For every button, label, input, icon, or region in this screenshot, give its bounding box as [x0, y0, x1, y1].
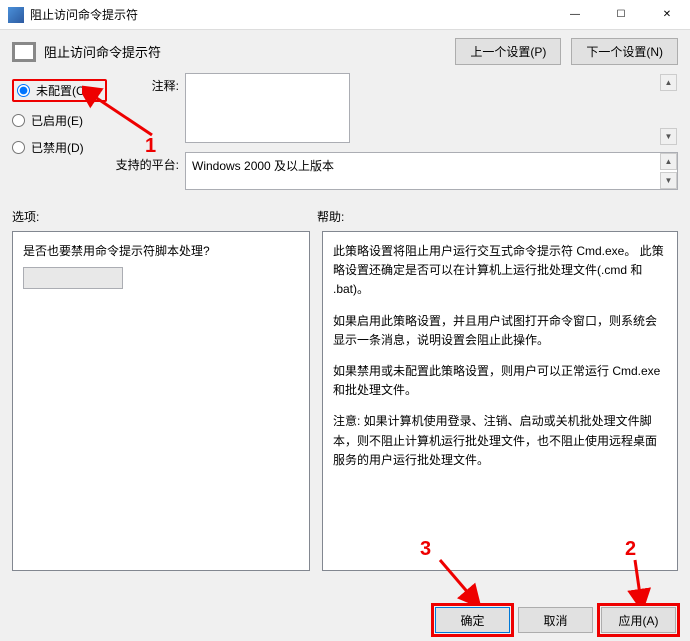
policy-icon — [12, 42, 36, 62]
radio-disabled[interactable]: 已禁用(D) — [12, 139, 107, 156]
config-area: 未配置(C) 已启用(E) 已禁用(D) 注释: ▲ ▼ 支持的平台: Wind — [0, 73, 690, 204]
options-dropdown[interactable] — [23, 267, 123, 289]
help-text: 注意: 如果计算机使用登录、注销、启动或关机批处理文件脚本，则不阻止计算机运行批… — [333, 412, 667, 470]
radio-not-configured[interactable]: 未配置(C) — [12, 79, 107, 102]
titlebar: 阻止访问命令提示符 — ☐ ✕ — [0, 0, 690, 30]
radio-enabled[interactable]: 已启用(E) — [12, 112, 107, 129]
platform-label: 支持的平台: — [115, 152, 185, 173]
options-section-label: 选项: — [12, 208, 317, 225]
prev-setting-button[interactable]: 上一个设置(P) — [455, 38, 561, 65]
ok-button[interactable]: 确定 — [435, 607, 510, 633]
radio-disabled-label: 已禁用(D) — [31, 139, 84, 156]
apply-button[interactable]: 应用(A) — [601, 607, 676, 633]
scroll-down-icon[interactable]: ▼ — [660, 128, 677, 145]
options-question: 是否也要禁用命令提示符脚本处理? — [23, 242, 299, 259]
radio-not-configured-input[interactable] — [17, 84, 30, 97]
radio-enabled-label: 已启用(E) — [31, 112, 83, 129]
window-controls: — ☐ ✕ — [552, 0, 690, 30]
scroll-up-icon[interactable]: ▲ — [660, 153, 677, 170]
help-text: 如果禁用或未配置此策略设置，则用户可以正常运行 Cmd.exe 和批处理文件。 — [333, 362, 667, 400]
radio-enabled-input[interactable] — [12, 114, 25, 127]
help-text: 如果启用此策略设置，并且用户试图打开命令窗口，则系统会显示一条消息，说明设置会阻… — [333, 312, 667, 350]
scroll-up-icon[interactable]: ▲ — [660, 74, 677, 91]
state-radio-group: 未配置(C) 已启用(E) 已禁用(D) — [12, 73, 107, 196]
scroll-down-icon[interactable]: ▼ — [660, 172, 677, 189]
help-text: 此策略设置将阻止用户运行交互式命令提示符 Cmd.exe。 此策略设置还确定是否… — [333, 242, 667, 300]
minimize-button[interactable]: — — [552, 0, 598, 30]
close-button[interactable]: ✕ — [644, 0, 690, 30]
radio-not-configured-label: 未配置(C) — [36, 82, 89, 99]
options-pane: 是否也要禁用命令提示符脚本处理? — [12, 231, 310, 571]
cancel-button[interactable]: 取消 — [518, 607, 593, 633]
comment-textarea[interactable] — [185, 73, 350, 143]
platform-textbox: Windows 2000 及以上版本 — [185, 152, 678, 190]
radio-disabled-input[interactable] — [12, 141, 25, 154]
window-title: 阻止访问命令提示符 — [30, 6, 552, 23]
policy-title: 阻止访问命令提示符 — [44, 42, 447, 61]
dialog-footer: 确定 取消 应用(A) — [435, 607, 676, 633]
header: 阻止访问命令提示符 上一个设置(P) 下一个设置(N) — [0, 30, 690, 73]
next-setting-button[interactable]: 下一个设置(N) — [571, 38, 678, 65]
help-pane: 此策略设置将阻止用户运行交互式命令提示符 Cmd.exe。 此策略设置还确定是否… — [322, 231, 678, 571]
help-section-label: 帮助: — [317, 208, 678, 225]
comment-label: 注释: — [115, 73, 185, 94]
app-icon — [8, 7, 24, 23]
maximize-button[interactable]: ☐ — [598, 0, 644, 30]
